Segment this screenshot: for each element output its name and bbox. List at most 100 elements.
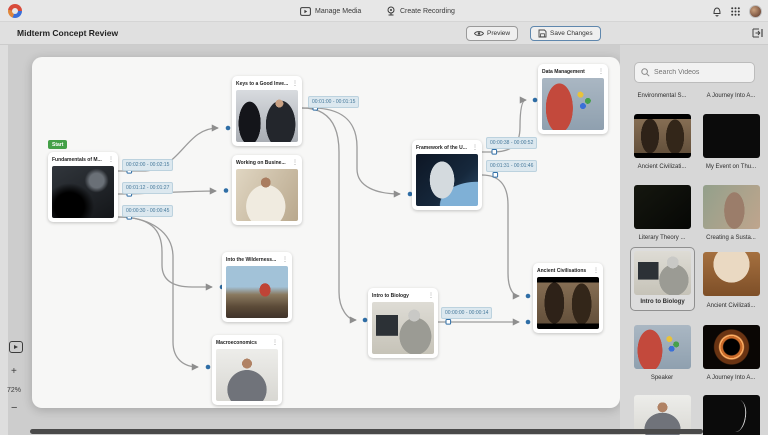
edge-layer <box>32 57 620 408</box>
node-wilderness[interactable]: Into the Wilderness... ⋮ <box>222 252 292 322</box>
flow-canvas[interactable]: Start Fundamentals of M... ⋮ Keys to a Go… <box>32 57 620 408</box>
save-changes-label: Save Changes <box>550 30 593 37</box>
video-item-label[interactable]: Ancient Civilizati... <box>632 164 692 170</box>
play-icon <box>14 345 18 349</box>
node-intro-biology[interactable]: Intro to Biology ⋮ <box>368 288 438 358</box>
video-item-thumbnail[interactable] <box>703 252 760 296</box>
zoom-level: 72% <box>7 387 21 394</box>
segment-time-chip[interactable]: 00:00:30 - 00:00:45 <box>122 205 173 217</box>
video-item-thumbnail[interactable] <box>703 325 760 369</box>
video-thumbnail <box>226 266 288 318</box>
kebab-menu-icon[interactable]: ⋮ <box>272 340 278 346</box>
media-folder-icon <box>300 7 311 16</box>
segment-time-chip[interactable]: 00:02:00 - 00:02:15 <box>122 159 173 171</box>
search-videos-input[interactable] <box>654 69 744 76</box>
preview-button[interactable]: Preview <box>466 26 518 41</box>
search-videos-box[interactable] <box>634 62 755 83</box>
search-icon <box>641 68 650 77</box>
video-item-thumbnail[interactable] <box>634 185 691 229</box>
video-item-thumbnail[interactable] <box>703 395 760 435</box>
kebab-menu-icon[interactable]: ⋮ <box>472 145 478 151</box>
node-title: Framework of the U... <box>416 145 467 151</box>
create-recording-label: Create Recording <box>400 8 455 15</box>
video-thumbnail <box>236 90 298 142</box>
kebab-menu-icon[interactable]: ⋮ <box>108 157 114 163</box>
webcam-icon <box>386 6 396 16</box>
left-rail <box>0 45 8 435</box>
collapse-panel-icon[interactable] <box>752 28 763 38</box>
floppy-save-icon <box>538 29 547 38</box>
segment-time-chip[interactable]: 00:01:12 - 00:01:27 <box>122 182 173 194</box>
video-item-thumbnail[interactable] <box>703 185 760 229</box>
kebab-menu-icon[interactable]: ⋮ <box>598 69 604 75</box>
user-avatar[interactable] <box>749 5 762 18</box>
kebab-menu-icon[interactable]: ⋮ <box>428 293 434 299</box>
kebab-menu-icon[interactable]: ⋮ <box>282 257 288 263</box>
edge <box>118 217 198 367</box>
kebab-menu-icon[interactable]: ⋮ <box>292 81 298 87</box>
video-item-thumbnail[interactable] <box>634 325 691 369</box>
zoom-out-button[interactable]: − <box>11 402 17 414</box>
page-title: Midterm Concept Review <box>17 28 118 38</box>
segment-time-chip[interactable]: 00:01:31 - 00:01:46 <box>486 160 537 172</box>
zoom-in-button[interactable]: + <box>11 366 17 377</box>
manage-media-label: Manage Media <box>315 8 361 15</box>
node-title: Fundamentals of M... <box>52 157 102 163</box>
edge <box>302 108 356 320</box>
apps-grid-icon[interactable] <box>731 7 740 16</box>
video-item-label[interactable]: Literary Theory ... <box>632 235 692 241</box>
video-item-label[interactable]: My Event on Thu... <box>701 164 761 170</box>
create-recording-button[interactable]: Create Recording <box>386 0 455 22</box>
node-framework[interactable]: Framework of the U... ⋮ <box>412 140 482 210</box>
manage-media-button[interactable]: Manage Media <box>300 0 361 22</box>
video-thumbnail <box>236 169 298 221</box>
node-title: Macroeconomics <box>216 340 257 346</box>
video-thumbnail <box>542 78 604 130</box>
connection-handles <box>127 106 498 325</box>
video-item-thumbnail <box>634 251 691 295</box>
node-title: Into the Wilderness... <box>226 257 276 263</box>
preview-label: Preview <box>487 30 510 37</box>
video-item-label[interactable]: Ancient Civilizati... <box>701 303 761 309</box>
top-bar: Manage Media Create Recording <box>0 0 768 22</box>
node-keys[interactable]: Keys to a Good Inve... ⋮ <box>232 76 302 146</box>
video-item-label: Intro to Biology <box>634 299 691 305</box>
video-thumbnail <box>416 154 478 206</box>
node-title: Keys to a Good Inve... <box>236 81 288 87</box>
video-item-label[interactable]: Creating a Susta... <box>701 235 761 241</box>
video-item-label[interactable]: Environmental S... <box>632 93 692 99</box>
edge <box>118 217 212 287</box>
video-thumbnail <box>537 277 599 329</box>
node-title: Data Management <box>542 69 585 75</box>
notifications-bell-icon[interactable] <box>712 6 722 17</box>
video-thumbnail <box>372 302 434 354</box>
horizontal-scrollbar[interactable] <box>30 429 703 434</box>
node-title: Intro to Biology <box>372 293 409 299</box>
video-item-selected[interactable]: Intro to Biology <box>630 247 695 311</box>
eye-icon <box>474 30 484 37</box>
video-thumbnail <box>216 349 278 401</box>
edge <box>302 108 400 194</box>
app-logo-icon[interactable] <box>8 4 22 18</box>
video-panel-button[interactable] <box>9 341 23 353</box>
segment-time-chip[interactable]: 00:00:00 - 00:00:14 <box>441 307 492 319</box>
video-item-label[interactable]: A Journey Into A... <box>701 375 761 381</box>
node-title: Ancient Civilisations <box>537 268 586 274</box>
save-changes-button[interactable]: Save Changes <box>530 26 601 41</box>
video-item-thumbnail[interactable] <box>634 114 691 158</box>
node-fundamentals[interactable]: Fundamentals of M... ⋮ <box>48 152 118 222</box>
start-badge: Start <box>48 140 67 149</box>
kebab-menu-icon[interactable]: ⋮ <box>292 160 298 166</box>
video-item-label[interactable]: A Journey Into A... <box>701 93 761 99</box>
node-macroeconomics[interactable]: Macroeconomics ⋮ <box>212 335 282 405</box>
segment-time-chip[interactable]: 00:00:38 - 00:00:52 <box>486 137 537 149</box>
project-header: Midterm Concept Review Preview Save Chan… <box>0 22 768 45</box>
segment-time-chip[interactable]: 00:01:00 - 00:01:15 <box>308 96 359 108</box>
video-item-label[interactable]: Speaker <box>632 375 692 381</box>
video-item-thumbnail[interactable] <box>703 114 760 158</box>
node-working[interactable]: Working on Busine...⋮ <box>232 155 302 225</box>
node-ancient-civilisations[interactable]: Ancient Civilisations ⋮ <box>533 263 603 333</box>
kebab-menu-icon[interactable]: ⋮ <box>593 268 599 274</box>
node-data-management[interactable]: Data Management ⋮ <box>538 64 608 134</box>
video-thumbnail <box>52 166 114 218</box>
